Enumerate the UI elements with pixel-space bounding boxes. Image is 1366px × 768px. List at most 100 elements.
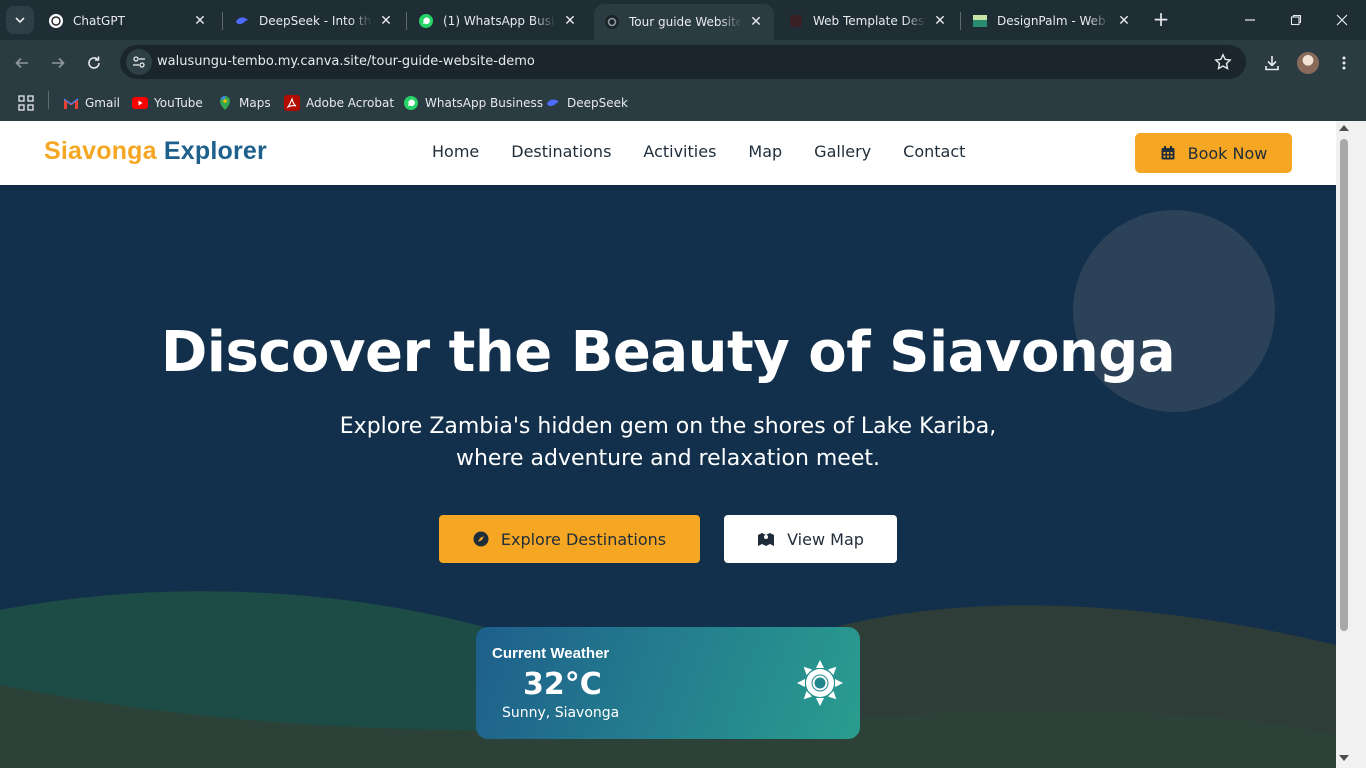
tab-tour-guide[interactable]: Tour guide Website demo ✕ [594,4,774,40]
deepseek-icon [234,13,250,29]
tab-search-button[interactable] [6,6,34,34]
tab-title: (1) WhatsApp Business [443,14,556,28]
bookmark-star-icon[interactable] [1214,53,1232,75]
whatsapp-icon [418,13,434,29]
logo-part-2: Explorer [163,137,267,165]
weather-temperature: 32°C [523,667,602,702]
bookmark-gmail[interactable]: Gmail [63,91,120,115]
close-icon[interactable]: ✕ [378,13,394,29]
close-icon[interactable]: ✕ [932,13,948,29]
template-icon [788,13,804,29]
acrobat-icon [284,95,300,111]
tab-title: Web Template Design [813,14,926,28]
tab-title: DesignPalm - Web Design [997,14,1110,28]
tab-deepseek[interactable]: DeepSeek - Into the Unknown ✕ [224,6,404,36]
minimize-button[interactable] [1238,8,1262,32]
download-icon [1265,56,1279,71]
whatsapp-icon [403,95,419,111]
bookmark-acrobat[interactable]: Adobe Acrobat [284,91,394,115]
tab-web-template[interactable]: Web Template Design ✕ [778,6,958,36]
calendar-icon [1160,145,1176,161]
bookmark-youtube[interactable]: YouTube [132,91,203,115]
hero-subtitle-line-2: where adventure and relaxation meet. [456,446,880,471]
hero-title: Discover the Beauty of Siavonga [160,320,1176,385]
restore-icon [1290,14,1302,26]
sun-icon [797,660,843,706]
close-icon[interactable]: ✕ [562,13,578,29]
nav-destinations[interactable]: Destinations [511,142,611,161]
site-info-button[interactable] [126,49,152,75]
bookmark-label: WhatsApp Business [425,96,543,110]
explore-destinations-button[interactable]: Explore Destinations [439,515,700,563]
tab-title: ChatGPT [73,14,125,28]
hero-subtitle: Explore Zambia's hidden gem on the shore… [268,411,1068,475]
view-map-button[interactable]: View Map [724,515,897,563]
tab-designpalm[interactable]: DesignPalm - Web Design ✕ [962,6,1142,36]
site-header: Siavonga Explorer Home Destinations Acti… [0,121,1336,185]
compass-icon [473,531,489,547]
profile-button[interactable] [1296,51,1320,75]
bookmark-deepseek[interactable]: DeepSeek [545,91,628,115]
browser-toolbar: walusungu-tembo.my.canva.site/tour-guide… [0,40,1366,86]
bookmark-maps[interactable]: Maps [217,91,271,115]
hero-section: Discover the Beauty of Siavonga Explore … [0,185,1336,768]
maps-icon [217,95,233,111]
weather-description: Sunny, Siavonga [502,705,620,721]
arrow-right-icon [52,57,65,69]
scroll-up-arrow-icon[interactable] [1339,125,1349,131]
canva-icon [604,14,620,30]
avatar [1297,52,1319,74]
forward-button[interactable] [46,51,70,75]
bookmark-whatsapp[interactable]: WhatsApp Business [403,91,543,115]
hero-subtitle-line-1: Explore Zambia's hidden gem on the shore… [339,414,997,439]
close-icon[interactable]: ✕ [748,14,764,30]
deepseek-icon [545,95,561,111]
youtube-icon [132,95,148,111]
apps-button[interactable] [18,91,34,115]
nav-home[interactable]: Home [432,142,479,161]
close-icon [1336,14,1348,26]
page-scrollbar[interactable] [1336,121,1366,768]
logo-part-1: Siavonga [44,137,157,165]
close-icon[interactable]: ✕ [1116,13,1132,29]
bookmark-label: Adobe Acrobat [306,96,395,110]
minimize-icon [1245,19,1255,21]
address-bar[interactable]: walusungu-tembo.my.canva.site/tour-guide… [120,45,1246,79]
tab-chatgpt[interactable]: ChatGPT ✕ [38,6,218,36]
weather-card: Current Weather 32°C Sunny, Siavonga [476,627,860,739]
bookmark-label: YouTube [154,96,203,110]
tab-strip: ChatGPT ✕ DeepSeek - Into the Unknown ✕ … [0,0,1366,40]
chevron-down-icon [15,17,25,24]
bookmark-label: Gmail [85,96,121,110]
tab-whatsapp[interactable]: (1) WhatsApp Business ✕ [408,6,588,36]
weather-label: Current Weather [492,645,610,662]
nav-gallery[interactable]: Gallery [814,142,871,161]
nav-activities[interactable]: Activities [643,142,716,161]
view-map-label: View Map [787,529,864,549]
downloads-button[interactable] [1260,51,1284,75]
browser-menu-button[interactable] [1332,51,1356,75]
tab-title: Tour guide Website demo [629,15,742,29]
gmail-icon [63,95,79,111]
reload-icon [88,56,100,69]
scroll-thumb[interactable] [1340,139,1348,631]
book-now-label: Book Now [1187,143,1268,163]
close-window-button[interactable] [1330,8,1354,32]
bookmarks-bar: Gmail YouTube Maps Adobe Acrobat WhatsAp… [0,86,1366,121]
new-tab-button[interactable]: + [1150,8,1172,30]
chatgpt-icon [48,13,64,29]
restore-button[interactable] [1284,8,1308,32]
more-vertical-icon [1342,56,1346,70]
reload-button[interactable] [82,51,106,75]
nav-map[interactable]: Map [748,142,782,161]
url-text[interactable]: walusungu-tembo.my.canva.site/tour-guide… [157,54,535,69]
bookmark-label: DeepSeek [567,96,628,110]
nav-contact[interactable]: Contact [903,142,965,161]
site-logo[interactable]: Siavonga Explorer [44,137,267,166]
close-icon[interactable]: ✕ [192,13,208,29]
map-icon [757,531,775,547]
book-now-button[interactable]: Book Now [1135,133,1292,173]
tune-icon [133,56,145,68]
scroll-down-arrow-icon[interactable] [1339,755,1349,761]
back-button[interactable] [10,51,34,75]
